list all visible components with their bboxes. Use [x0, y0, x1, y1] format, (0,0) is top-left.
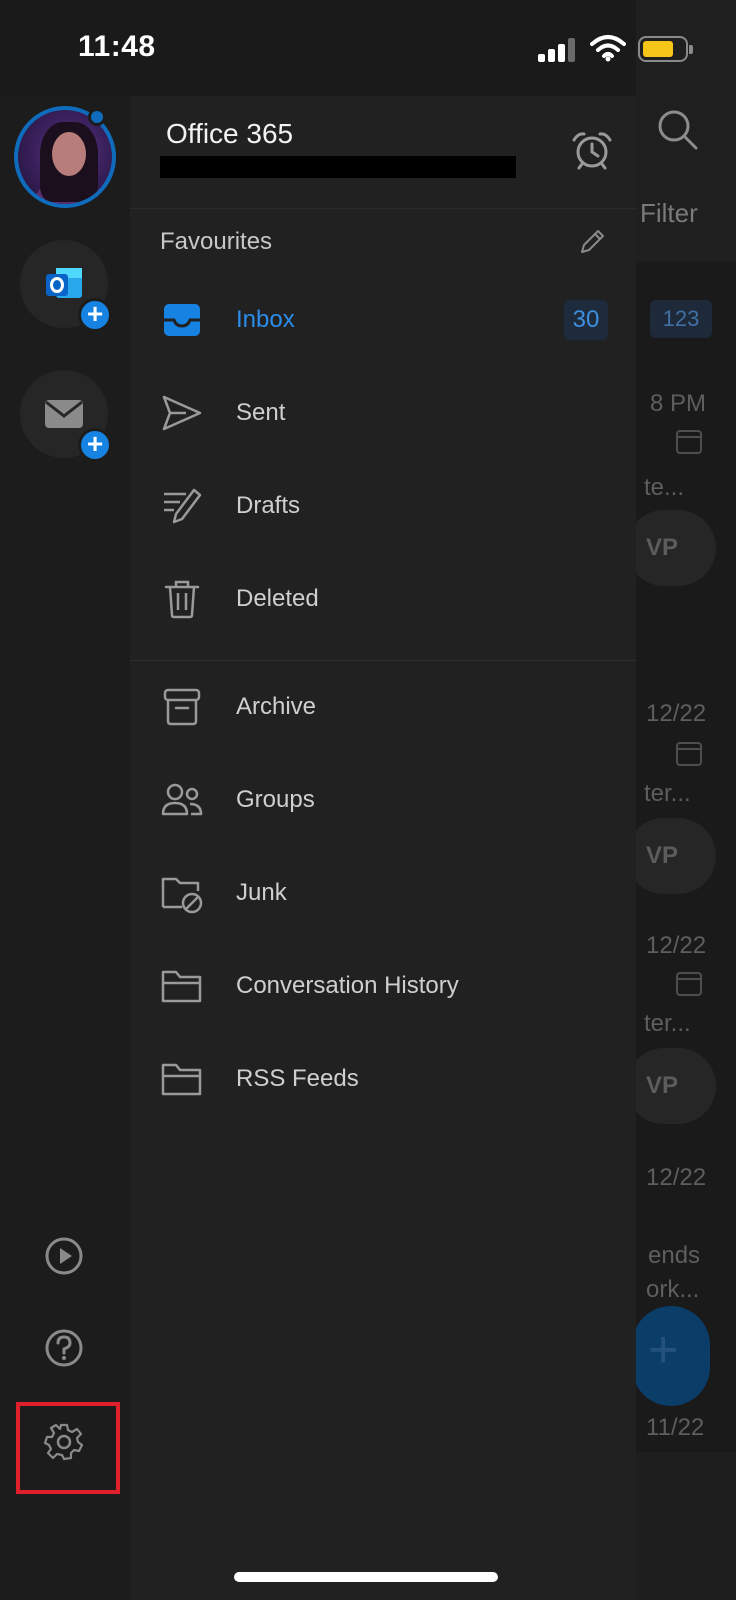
send-icon — [162, 395, 202, 431]
home-indicator[interactable] — [234, 1572, 498, 1582]
signal-icon — [538, 38, 576, 62]
settings-highlight-box — [16, 1402, 120, 1494]
message-time: 11/22 — [646, 1414, 705, 1441]
message-time: 12/22 — [646, 700, 707, 727]
play-icon[interactable] — [44, 1236, 84, 1276]
folder-drawer: Office 365 Favourites Inbox 30 Sent Draf… — [130, 96, 636, 1600]
status-time: 11:48 — [78, 30, 156, 63]
folder-junk[interactable]: Junk — [130, 847, 636, 940]
divider — [130, 208, 636, 209]
search-icon[interactable] — [656, 108, 700, 152]
redacted-email — [160, 156, 516, 178]
folder-groups[interactable]: Groups — [130, 754, 636, 847]
rsvp-button[interactable]: VP — [626, 510, 716, 586]
archive-icon — [163, 688, 201, 726]
message-time: 8 PM — [650, 390, 707, 417]
folder-deleted[interactable]: Deleted — [130, 553, 636, 646]
rsvp-label: VP — [646, 534, 679, 561]
help-icon[interactable] — [44, 1328, 84, 1368]
edit-pencil-icon[interactable] — [578, 228, 606, 256]
bottom-tab-bar — [636, 1452, 736, 1600]
folder-sent[interactable]: Sent — [130, 367, 636, 460]
folder-rss-feeds[interactable]: RSS Feeds — [130, 1033, 636, 1126]
calendar-icon — [676, 742, 702, 766]
message-snippet: te... — [644, 474, 685, 501]
wifi-icon — [590, 35, 626, 62]
plus-icon: + — [78, 298, 112, 332]
junk-folder-icon — [161, 877, 203, 914]
folder-drafts[interactable]: Drafts — [130, 460, 636, 553]
plus-icon: + — [648, 1321, 679, 1379]
drafts-icon — [164, 488, 202, 524]
add-outlook-account-button[interactable]: + — [20, 240, 112, 332]
folder-label: Groups — [236, 786, 315, 813]
groups-icon — [161, 783, 203, 816]
alarm-icon[interactable] — [570, 130, 614, 170]
calendar-icon — [676, 430, 702, 454]
rsvp-button[interactable]: VP — [626, 818, 716, 894]
unread-count-badge: 30 — [564, 300, 608, 340]
folder-inbox[interactable]: Inbox 30 — [130, 274, 636, 367]
folder-archive[interactable]: Archive — [130, 661, 636, 754]
folder-label: Deleted — [236, 585, 319, 612]
favourites-heading: Favourites — [160, 228, 273, 255]
battery-level — [643, 41, 673, 57]
folder-label: Sent — [236, 399, 286, 426]
rsvp-button[interactable]: VP — [626, 1048, 716, 1124]
folder-icon — [161, 970, 202, 1003]
unread-count-badge: 123 — [650, 300, 712, 338]
rsvp-label: VP — [646, 842, 679, 869]
message-snippet: ter... — [644, 780, 691, 807]
folder-label: Inbox — [236, 306, 295, 333]
folder-label: Drafts — [236, 492, 301, 519]
folder-label: Conversation History — [236, 972, 459, 999]
inbox-icon — [164, 304, 200, 336]
plus-icon: + — [78, 428, 112, 462]
message-snippet: ends — [648, 1242, 701, 1269]
calendar-icon — [676, 972, 702, 996]
compose-button[interactable]: + — [632, 1306, 710, 1406]
account-title: Office 365 — [166, 118, 294, 149]
filter-button[interactable]: Filter — [640, 198, 698, 229]
folder-conversation-history[interactable]: Conversation History — [130, 940, 636, 1033]
folder-icon — [161, 1063, 202, 1096]
battery-icon — [638, 36, 693, 62]
folder-label: Archive — [236, 693, 317, 720]
account-status-dot — [88, 108, 106, 126]
folder-label: Junk — [236, 879, 287, 906]
trash-icon — [164, 580, 200, 619]
account-rail: + + — [0, 96, 130, 1600]
folder-label: RSS Feeds — [236, 1065, 359, 1092]
rsvp-label: VP — [646, 1072, 679, 1099]
message-time: 12/22 — [646, 1164, 707, 1191]
message-snippet: ork... — [646, 1276, 700, 1303]
mail-icon — [45, 400, 83, 428]
message-time: 12/22 — [646, 932, 707, 959]
message-snippet: ter... — [644, 1010, 691, 1037]
add-mail-account-button[interactable]: + — [20, 370, 112, 462]
outlook-icon — [46, 268, 82, 298]
status-bar: 11:48 — [0, 0, 736, 96]
